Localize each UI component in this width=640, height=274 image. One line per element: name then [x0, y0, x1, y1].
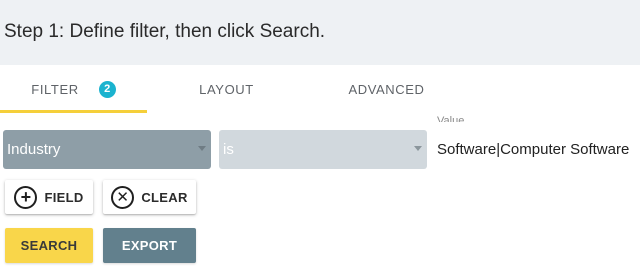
clear-label: CLEAR	[141, 189, 188, 205]
filter-count-badge: 2	[98, 80, 116, 98]
filter-value-label: Value	[437, 116, 465, 122]
tab-advanced[interactable]: ADVANCED	[313, 65, 460, 113]
active-tab-indicator	[0, 110, 147, 113]
filter-value-field: Value	[437, 116, 636, 160]
add-field-button[interactable]: + FIELD	[5, 180, 93, 214]
tab-layout[interactable]: LAYOUT	[153, 65, 300, 113]
plus-circle-icon: +	[14, 185, 38, 209]
search-button[interactable]: SEARCH	[5, 228, 93, 263]
clear-button[interactable]: ✕ CLEAR	[103, 180, 196, 214]
tab-layout-label: LAYOUT	[199, 81, 254, 97]
add-field-label: FIELD	[44, 189, 84, 205]
x-circle-icon: ✕	[111, 185, 135, 209]
tab-filter[interactable]: FILTER 2	[0, 65, 147, 113]
filter-field-value: Industry	[7, 141, 61, 158]
search-label: SEARCH	[20, 238, 78, 253]
chevron-down-icon	[198, 146, 206, 151]
tab-advanced-label: ADVANCED	[348, 81, 425, 97]
export-label: EXPORT	[121, 238, 178, 253]
chevron-down-icon	[414, 146, 422, 151]
filter-operator-value: is	[223, 141, 234, 158]
filter-value-input[interactable]	[437, 139, 636, 160]
export-button[interactable]: EXPORT	[103, 228, 196, 263]
step-header: Step 1: Define filter, then click Search…	[0, 0, 640, 65]
filter-field-select[interactable]: Industry	[3, 130, 211, 169]
filter-operator-select[interactable]: is	[219, 130, 427, 169]
tab-bar: FILTER 2 LAYOUT ADVANCED	[0, 65, 640, 113]
tab-filter-label: FILTER	[31, 81, 79, 97]
step-instruction: Step 1: Define filter, then click Search…	[4, 21, 326, 42]
